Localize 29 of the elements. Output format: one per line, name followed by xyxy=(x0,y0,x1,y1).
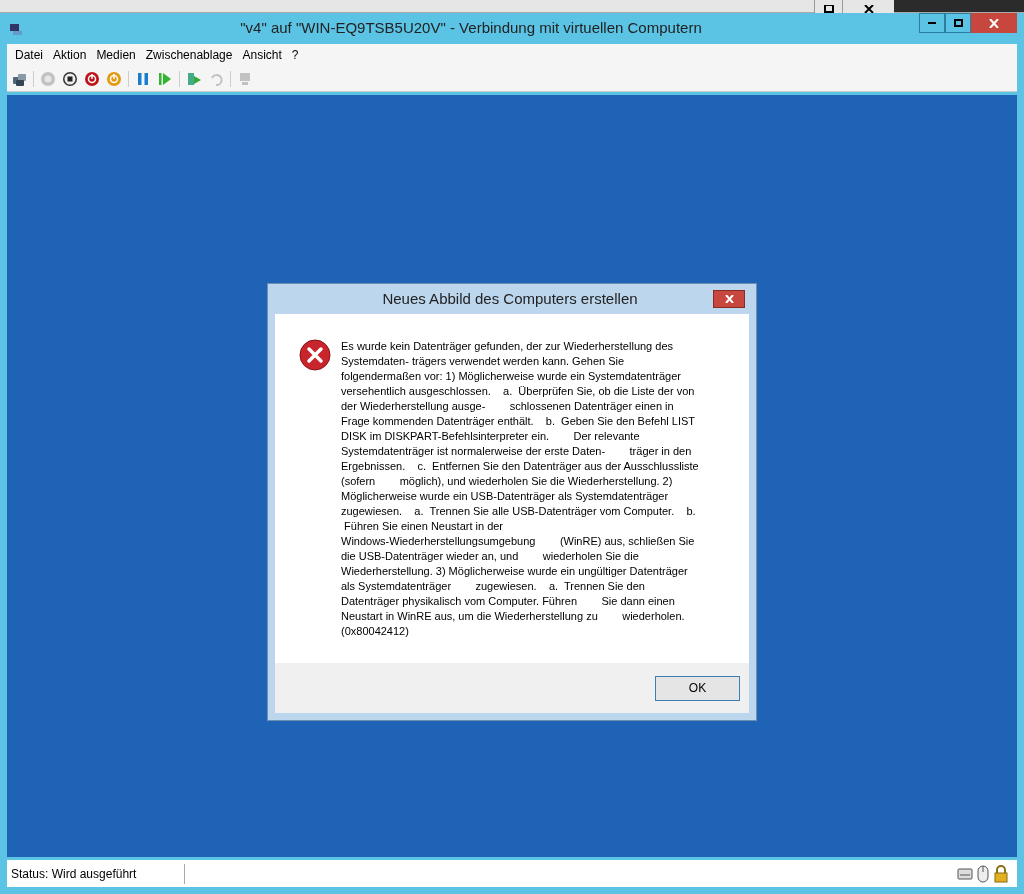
error-message: Es wurde kein Datenträger gefunden, der zur Wiederherstellung des Systemdaten- trägers verwendet werden kann. Gehen Sie folgendermaßen vor: 1) Möglicherweise wurde ein Systemdatenträger versehentlich ausgeschlossen. a. Überprüfen Sie, ob die Liste der von der Wiederherstellung ausge- schlossenen Datenträger einen in Frage kommenden Datenträger enthält. b. Geben Sie den Befehl LIST DISK im DISKPART-Befehlsinterpreter ein. Der relevante Systemdatenträger ist normalerweise der erste Daten- träger in den Ergebnissen. c. Entfernen Sie den Datenträger aus der Ausschlussliste (sofern möglich), und wiederholen Sie die Wiederherstellung. 2) Möglicherweise wurde ein USB-Datenträger als Systemdatenträger zugewiesen. a. Trennen Sie alle USB-Datenträger vom Computer. b. Führen Sie einen Neustart in der Windows-Wiederherstellungsumgebung (WinRE) aus, schließen Sie die USB-Datenträger wieder an, und wiederholen Sie die Wiederherstellung. 3) Möglicherweise wurde ein ungültiger Datenträger als Systemdatenträger zugewiesen. a. Trennen Sie den Datenträger physikalisch vom Computer. Führen Sie dann einen Neustart in WinRE aus, um die Wiederherstellung zu wiederholen. (0x80042412) xyxy=(341,339,699,639)
minimize-button[interactable] xyxy=(919,13,945,33)
lock-icon xyxy=(993,864,1009,883)
stop-icon[interactable] xyxy=(62,70,78,87)
close-icon xyxy=(863,5,874,13)
window-title: "v4" auf "WIN-EQ9TSB5U20V" - Verbindung mit virtuellen Computern xyxy=(239,18,703,39)
checkpoint-icon[interactable] xyxy=(186,70,202,87)
close-button[interactable] xyxy=(713,290,745,308)
restore-icon xyxy=(823,5,834,13)
menu-item[interactable]: Aktion xyxy=(49,46,91,64)
restore-button[interactable] xyxy=(814,0,842,13)
pause-icon[interactable] xyxy=(135,70,151,87)
power-icon[interactable] xyxy=(84,70,100,87)
menu-item[interactable]: Zwischenablage xyxy=(141,46,237,64)
ok-button[interactable]: OK xyxy=(655,675,740,701)
menu-item[interactable]: Datei xyxy=(11,46,47,64)
close-icon xyxy=(989,18,999,28)
menu-item[interactable]: ? xyxy=(287,46,303,64)
mouse-icon xyxy=(977,864,989,883)
status-text: Status: Wird ausgeführt xyxy=(7,863,185,884)
error-icon xyxy=(299,339,331,371)
menu-item[interactable]: Medien xyxy=(92,46,140,64)
app-icon xyxy=(9,21,23,36)
keyboard-icon xyxy=(957,865,973,882)
dialog-title: Neues Abbild des Computers erstellen xyxy=(381,288,639,309)
maximize-button[interactable] xyxy=(945,13,971,33)
close-button[interactable] xyxy=(842,0,894,13)
close-icon xyxy=(724,295,734,303)
menu-item[interactable]: Ansicht xyxy=(238,46,286,64)
